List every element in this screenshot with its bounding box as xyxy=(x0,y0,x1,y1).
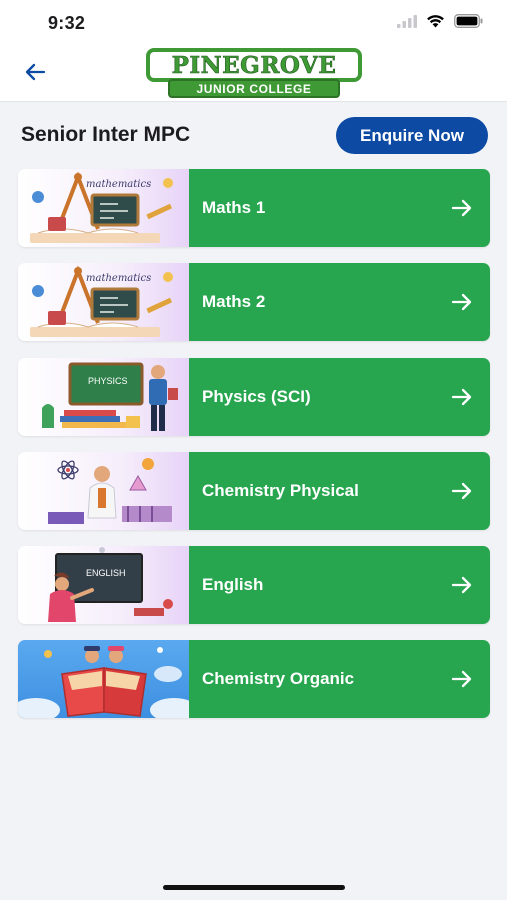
course-list: mathematics Maths 1 mathematics Maths 2 … xyxy=(18,169,490,735)
math-thumb-text: mathematics xyxy=(86,179,151,190)
course-card-body: Maths 2 xyxy=(189,263,490,342)
course-card-chemistry-organic[interactable]: Chemistry Organic xyxy=(18,640,490,719)
course-card-maths-2[interactable]: mathematics Maths 2 xyxy=(18,263,490,342)
arrow-right-icon xyxy=(450,573,474,597)
battery-icon xyxy=(454,14,483,33)
course-card-maths-1[interactable]: mathematics Maths 1 xyxy=(18,169,490,247)
course-card-chemistry-physical[interactable]: Chemistry Physical xyxy=(18,451,490,530)
app-header: PINEGROVE JUNIOR COLLEGE xyxy=(0,46,507,102)
arrow-right-icon xyxy=(450,196,474,220)
back-button[interactable] xyxy=(20,60,50,88)
course-card-english[interactable]: ENGLISH English xyxy=(18,546,490,625)
status-icons xyxy=(397,14,483,33)
arrow-right-icon xyxy=(450,479,474,503)
arrow-right-icon xyxy=(450,290,474,314)
english-illustration: ENGLISH xyxy=(18,546,189,625)
arrow-right-icon xyxy=(450,667,474,691)
course-card-body: Maths 1 xyxy=(189,169,490,247)
status-bar: 9:32 xyxy=(0,0,507,46)
wifi-icon xyxy=(426,14,445,33)
signal-icon xyxy=(397,14,417,33)
logo-name: PINEGROVE xyxy=(171,51,337,79)
enquire-now-button[interactable]: Enquire Now xyxy=(336,117,488,154)
course-card-physics[interactable]: PHYSICS Physics (SCI) xyxy=(18,357,490,436)
home-indicator[interactable] xyxy=(163,885,345,890)
english-thumb-text: ENGLISH xyxy=(86,568,126,578)
status-time: 9:32 xyxy=(48,13,86,33)
course-label: English xyxy=(202,575,264,595)
course-card-body: English xyxy=(189,546,490,625)
chemistry-illustration xyxy=(18,451,189,530)
page-title: Senior Inter MPC xyxy=(21,123,191,146)
course-label: Maths 2 xyxy=(202,292,266,312)
physics-illustration: PHYSICS xyxy=(18,357,189,436)
physics-thumb-text: PHYSICS xyxy=(88,376,128,386)
logo-name-plate: PINEGROVE xyxy=(146,48,362,82)
course-label: Chemistry Physical xyxy=(202,480,359,500)
back-arrow-icon xyxy=(24,63,46,86)
course-label: Physics (SCI) xyxy=(202,386,311,406)
course-label: Chemistry Organic xyxy=(202,669,355,689)
pinegrove-logo: PINEGROVE JUNIOR COLLEGE xyxy=(146,48,362,98)
course-card-body: Chemistry Physical xyxy=(189,451,490,530)
mathematics-illustration: mathematics xyxy=(18,169,189,247)
course-card-body: Chemistry Organic xyxy=(189,640,490,719)
mathematics-illustration: mathematics xyxy=(18,263,189,342)
course-card-body: Physics (SCI) xyxy=(189,357,490,436)
reading-book-illustration xyxy=(18,640,189,719)
arrow-right-icon xyxy=(450,385,474,409)
course-label: Maths 1 xyxy=(202,198,266,217)
logo-subtitle: JUNIOR COLLEGE xyxy=(168,79,340,98)
math-thumb-text: mathematics xyxy=(86,273,151,284)
